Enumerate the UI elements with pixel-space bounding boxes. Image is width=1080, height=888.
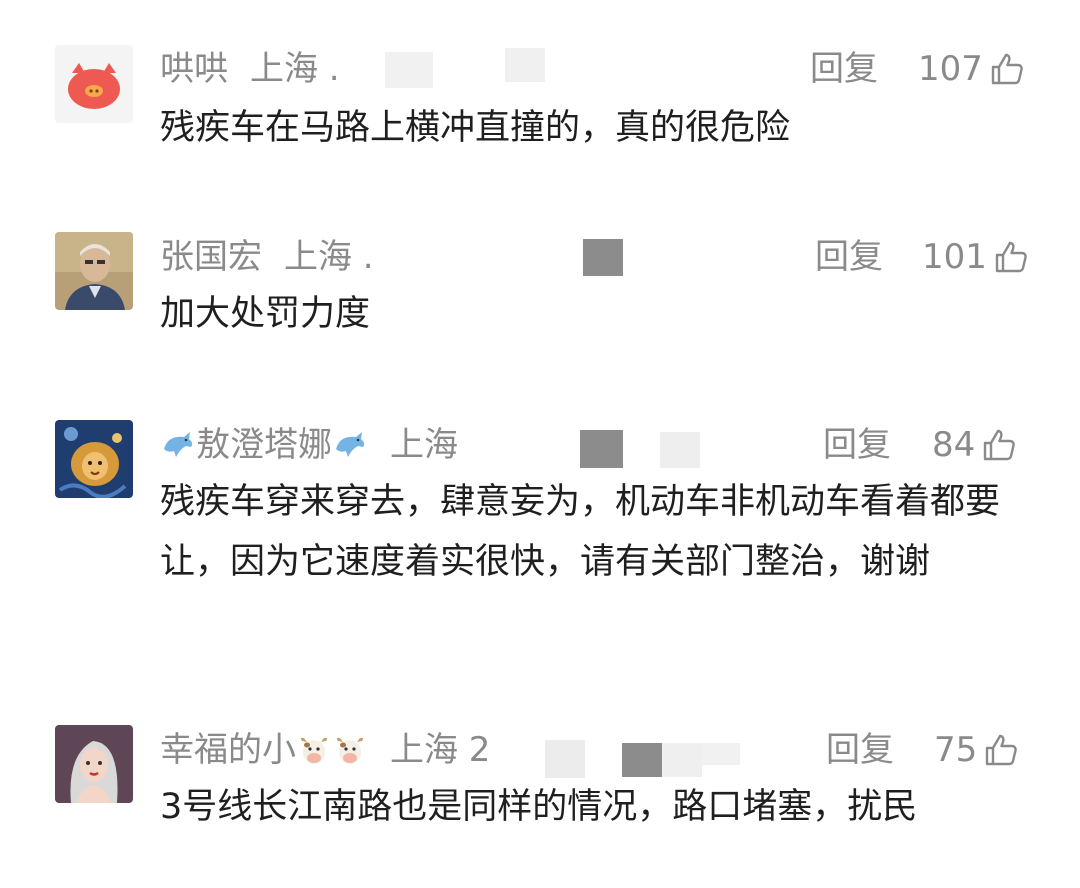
like-button[interactable]: 107 bbox=[918, 47, 1025, 91]
like-button[interactable]: 75 bbox=[934, 728, 1019, 772]
location: 上海 . bbox=[284, 237, 374, 277]
redacted-region bbox=[662, 743, 702, 777]
pink-pig-face-icon bbox=[55, 45, 133, 123]
like-count: 107 bbox=[918, 49, 983, 89]
thumbs-up-icon bbox=[995, 241, 1027, 273]
like-button[interactable]: 84 bbox=[932, 423, 1017, 467]
comment-meta: 张国宏 上海 . bbox=[160, 235, 374, 279]
avatar[interactable] bbox=[55, 45, 133, 123]
cartoon-girl-avatar bbox=[55, 725, 133, 803]
comment-text: 残疾车穿来穿去，肆意妄为，机动车非机动车看着都要让，因为它速度着实很快，请有关部… bbox=[160, 482, 1001, 582]
username[interactable]: 哄哄 bbox=[160, 47, 228, 91]
comment-text: 残疾车在马路上横冲直撞的，真的很危险 bbox=[160, 108, 791, 148]
redacted-region bbox=[583, 239, 623, 276]
like-count: 101 bbox=[922, 237, 987, 277]
username[interactable]: 敖澄塔娜 bbox=[196, 423, 332, 467]
username[interactable]: 幸福的小 bbox=[160, 728, 296, 772]
reply-button[interactable]: 回复 bbox=[810, 47, 878, 91]
username[interactable]: 张国宏 bbox=[160, 235, 262, 279]
redacted-region bbox=[545, 740, 585, 778]
comment-meta: 敖澄塔娜 上海 bbox=[160, 423, 458, 467]
location: 上海 2 bbox=[390, 730, 491, 770]
reply-button[interactable]: 回复 bbox=[823, 423, 891, 467]
cow-face-icon bbox=[336, 737, 364, 764]
avatar[interactable] bbox=[55, 725, 133, 803]
thumbs-up-icon bbox=[986, 734, 1018, 766]
redacted-region bbox=[622, 743, 662, 777]
avatar[interactable] bbox=[55, 420, 133, 498]
location: 上海 bbox=[390, 425, 458, 465]
comment-meta: 幸福的小 上海 2 bbox=[160, 728, 490, 772]
comment-text: 3号线长江南路也是同样的情况，路口堵塞，扰民 bbox=[160, 787, 918, 827]
comment-text: 加大处罚力度 bbox=[160, 294, 371, 334]
redacted-region bbox=[580, 430, 623, 468]
avatar[interactable] bbox=[55, 232, 133, 310]
like-count: 75 bbox=[934, 730, 978, 770]
redacted-region bbox=[702, 743, 740, 765]
redacted-region bbox=[660, 432, 700, 468]
reply-button[interactable]: 回复 bbox=[815, 235, 883, 279]
starry-lion-painting bbox=[55, 420, 133, 498]
cow-face-icon bbox=[300, 737, 328, 764]
redacted-region bbox=[505, 48, 545, 82]
dolphin-icon bbox=[336, 432, 365, 457]
dolphin-icon bbox=[164, 432, 193, 457]
reply-button[interactable]: 回复 bbox=[826, 728, 894, 772]
comment-meta: 哄哄 上海 . bbox=[160, 47, 340, 91]
elderly-man-photo bbox=[55, 232, 133, 310]
redacted-region bbox=[385, 52, 433, 88]
like-button[interactable]: 101 bbox=[922, 235, 1029, 279]
like-count: 84 bbox=[932, 425, 976, 465]
thumbs-up-icon bbox=[984, 429, 1016, 461]
location: 上海 . bbox=[250, 49, 340, 89]
thumbs-up-icon bbox=[991, 53, 1023, 85]
